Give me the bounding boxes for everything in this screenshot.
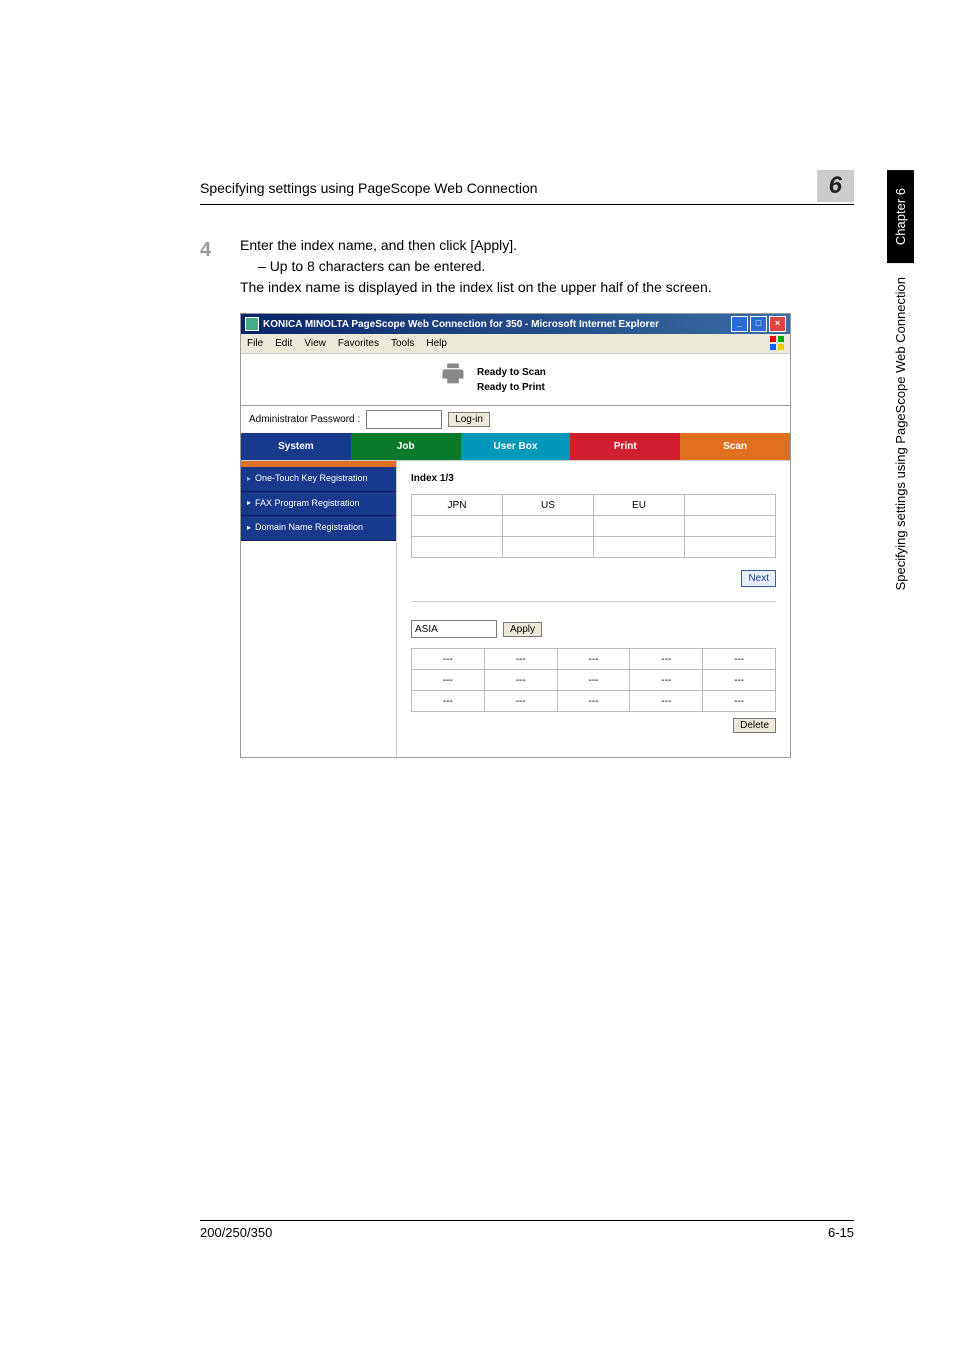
status-line-scan: Ready to Scan [477, 365, 546, 380]
admin-password-input[interactable] [366, 410, 442, 429]
tab-scan[interactable]: Scan [680, 433, 790, 460]
tab-system[interactable]: System [241, 433, 351, 460]
delete-button[interactable]: Delete [733, 718, 776, 733]
tab-job[interactable]: Job [351, 433, 461, 460]
admin-password-label: Administrator Password : [249, 412, 360, 427]
table-cell: --- [412, 691, 485, 712]
window-minimize-button[interactable]: _ [731, 316, 748, 332]
step-note: The index name is displayed in the index… [240, 277, 854, 298]
tab-print[interactable]: Print [570, 433, 680, 460]
menu-favorites[interactable]: Favorites [338, 336, 379, 351]
ie-app-icon [245, 317, 259, 331]
window-close-button[interactable]: × [769, 316, 786, 332]
ie-titlebar: KONICA MINOLTA PageScope Web Connection … [241, 314, 790, 334]
index-table: JPN US EU [411, 494, 776, 558]
index-cell[interactable]: JPN [412, 495, 503, 516]
menu-help[interactable]: Help [426, 336, 447, 351]
windows-flag-icon [770, 336, 784, 350]
right-side-label: Chapter 6 Specifying settings using Page… [887, 170, 914, 591]
menu-tools[interactable]: Tools [391, 336, 414, 351]
table-cell: --- [557, 649, 630, 670]
next-button[interactable]: Next [741, 570, 776, 587]
footer-model: 200/250/350 [200, 1225, 272, 1240]
status-area: Ready to Scan Ready to Print [241, 354, 790, 406]
apply-button[interactable]: Apply [503, 622, 542, 637]
page-header: Specifying settings using PageScope Web … [200, 170, 854, 205]
menu-edit[interactable]: Edit [275, 336, 292, 351]
table-cell: --- [557, 670, 630, 691]
table-cell: --- [484, 670, 557, 691]
chapter-number-box: 6 [817, 170, 854, 202]
menu-view[interactable]: View [304, 336, 326, 351]
table-cell: --- [412, 649, 485, 670]
table-cell: --- [630, 691, 703, 712]
table-cell: --- [484, 649, 557, 670]
footer-page-num: 6-15 [828, 1225, 854, 1240]
index-cell[interactable]: US [503, 495, 594, 516]
table-cell: --- [703, 670, 776, 691]
table-cell: --- [412, 670, 485, 691]
table-cell: --- [630, 670, 703, 691]
login-button[interactable]: Log-in [448, 412, 490, 427]
table-cell: --- [630, 649, 703, 670]
window-maximize-button[interactable]: □ [750, 316, 767, 332]
chapter-tab: Chapter 6 [887, 170, 914, 263]
step-number: 4 [200, 235, 220, 298]
tab-row: System Job User Box Print Scan [241, 433, 790, 460]
table-cell: --- [703, 649, 776, 670]
step-text: Enter the index name, and then click [Ap… [240, 235, 854, 256]
nav-domain-name[interactable]: Domain Name Registration [241, 516, 396, 541]
index-cell[interactable] [685, 495, 776, 516]
index-cell[interactable]: EU [594, 495, 685, 516]
tab-userbox[interactable]: User Box [461, 433, 571, 460]
lower-table: --- --- --- --- --- --- --- --- --- [411, 648, 776, 712]
ie-title-text: KONICA MINOLTA PageScope Web Connection … [263, 317, 659, 332]
index-label: Index 1/3 [411, 471, 776, 486]
table-cell: --- [484, 691, 557, 712]
nav-one-touch[interactable]: One-Touch Key Registration [241, 467, 396, 492]
table-cell: --- [557, 691, 630, 712]
step-bullet: Up to 8 characters can be entered. [270, 258, 486, 274]
page-footer: 200/250/350 6-15 [200, 1220, 854, 1240]
ie-menubar: File Edit View Favorites Tools Help [241, 334, 790, 354]
index-name-input[interactable] [411, 620, 497, 638]
status-line-print: Ready to Print [477, 380, 546, 395]
side-nav: One-Touch Key Registration FAX Program R… [241, 461, 397, 757]
section-side-label: Specifying settings using PageScope Web … [893, 277, 908, 590]
content-panel: Index 1/3 JPN US EU Ne [397, 461, 790, 757]
body-content: 4 Enter the index name, and then click [… [200, 235, 854, 758]
header-title: Specifying settings using PageScope Web … [200, 180, 538, 196]
nav-fax-program[interactable]: FAX Program Registration [241, 492, 396, 517]
table-cell: --- [703, 691, 776, 712]
menu-file[interactable]: File [247, 336, 263, 351]
printer-icon [439, 360, 467, 399]
browser-screenshot: KONICA MINOLTA PageScope Web Connection … [240, 313, 791, 758]
